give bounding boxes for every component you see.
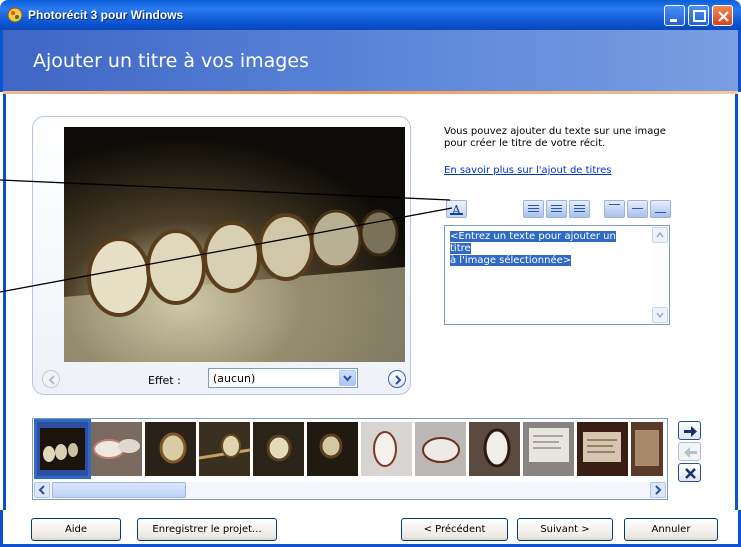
- callout-lines: [0, 179, 453, 293]
